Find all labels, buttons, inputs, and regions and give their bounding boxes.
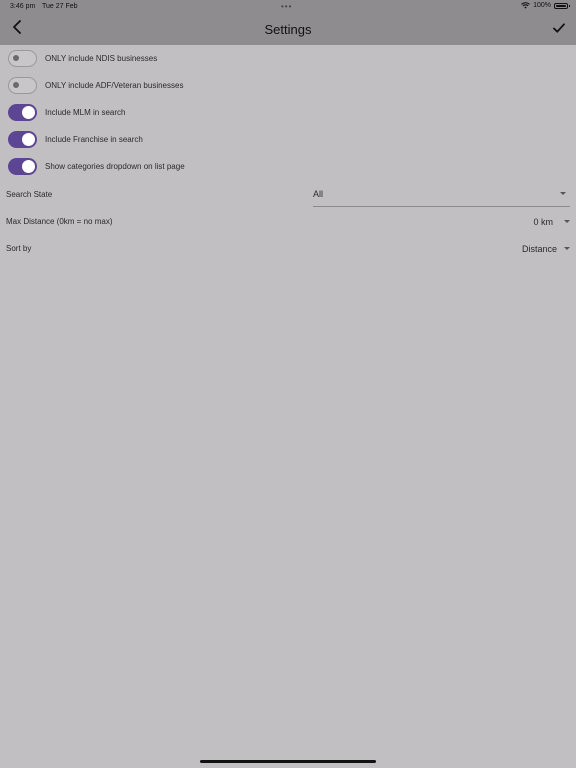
mlm-toggle-label: Include MLM in search	[45, 108, 126, 117]
dropdown-caret-icon	[560, 192, 566, 195]
adf-veteran-toggle[interactable]	[8, 77, 37, 94]
toggle-knob	[13, 82, 19, 88]
multitasking-dots[interactable]: •••	[281, 2, 292, 11]
toggle-row-adf-veteran: ONLY include ADF/Veteran businesses	[0, 72, 576, 99]
max-distance-label: Max Distance (0km = no max)	[6, 217, 113, 226]
toggle-row-ndis: ONLY include NDIS businesses	[0, 45, 576, 72]
save-button[interactable]	[550, 20, 568, 38]
checkmark-icon	[553, 20, 565, 38]
mlm-toggle[interactable]	[8, 104, 37, 121]
search-state-select[interactable]: All	[313, 181, 570, 207]
search-state-label: Search State	[6, 190, 53, 199]
navigation-bar: Settings	[0, 14, 576, 45]
toggle-row-categories-dropdown: Show categories dropdown on list page	[0, 153, 576, 180]
dropdown-caret-icon[interactable]	[564, 247, 570, 250]
franchise-toggle[interactable]	[8, 131, 37, 148]
categories-dropdown-toggle-label: Show categories dropdown on list page	[45, 162, 185, 171]
status-right-group: 100%	[521, 2, 570, 9]
status-date: Tue 27 Feb	[42, 3, 78, 10]
home-indicator[interactable]	[200, 760, 376, 763]
ndis-toggle-label: ONLY include NDIS businesses	[45, 54, 158, 63]
status-bar: 3:46 pm Tue 27 Feb ••• 100%	[0, 0, 576, 14]
page-title: Settings	[264, 22, 312, 37]
status-time: 3:46 pm	[10, 3, 36, 10]
toggle-row-franchise: Include Franchise in search	[0, 126, 576, 153]
toggle-knob	[22, 106, 35, 119]
toggle-knob	[22, 160, 35, 173]
battery-icon	[554, 2, 570, 9]
dropdown-caret-icon[interactable]	[564, 220, 570, 223]
search-state-value: All	[313, 189, 324, 199]
sort-by-label: Sort by	[6, 244, 32, 253]
ndis-toggle[interactable]	[8, 50, 37, 67]
adf-veteran-toggle-label: ONLY include ADF/Veteran businesses	[45, 81, 184, 90]
toggle-row-mlm: Include MLM in search	[0, 99, 576, 126]
sort-by-row: Sort by Distance	[0, 235, 576, 262]
max-distance-row: Max Distance (0km = no max) 0 km	[0, 208, 576, 235]
toggle-knob	[13, 55, 19, 61]
battery-percent: 100%	[533, 2, 551, 9]
search-state-row: Search State All	[0, 181, 576, 208]
sort-by-select[interactable]: Distance	[522, 244, 557, 254]
categories-dropdown-toggle[interactable]	[8, 158, 37, 175]
franchise-toggle-label: Include Franchise in search	[45, 135, 143, 144]
toggle-knob	[22, 133, 35, 146]
wifi-icon	[521, 2, 530, 9]
max-distance-select[interactable]: 0 km	[533, 217, 553, 227]
